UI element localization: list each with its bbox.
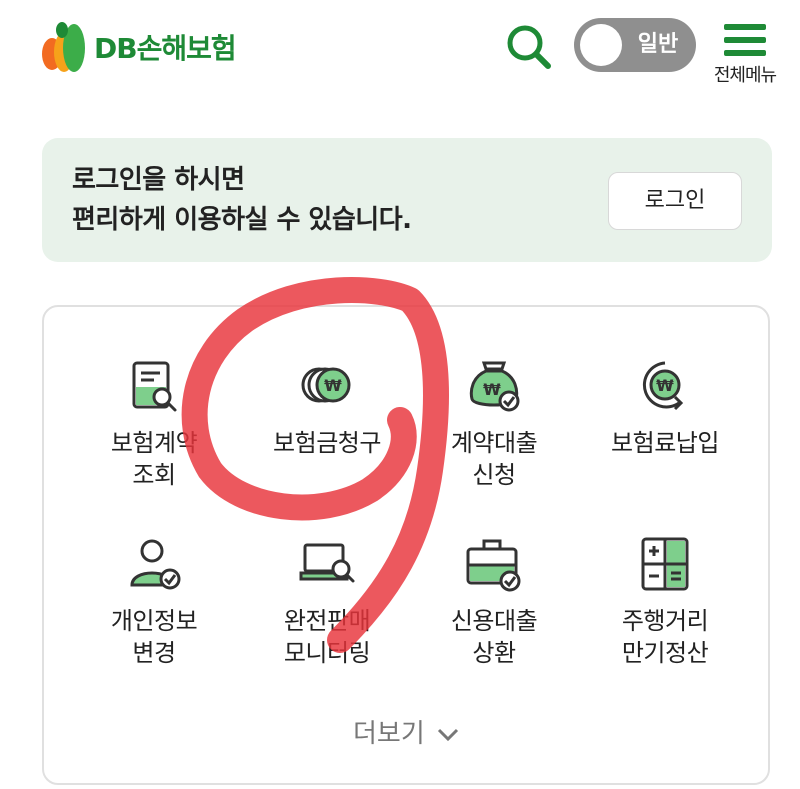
won-circle-arrow-icon: ₩ (642, 361, 684, 411)
service-label: 신용대출 상환 (450, 607, 538, 667)
service-label: 주행거리 만기정산 (621, 607, 709, 667)
coins-won-icon: ₩ (301, 367, 351, 403)
service-label: 개인정보 변경 (110, 607, 198, 667)
svg-text:₩: ₩ (483, 380, 501, 399)
service-credit-loan-repayment[interactable]: 신용대출 상환 (409, 535, 579, 669)
login-message-line2: 편리하게 이용하실 수 있습니다. (72, 205, 412, 235)
hamburger-icon (724, 24, 766, 56)
user-check-icon (130, 539, 181, 590)
service-mileage-settlement[interactable]: 주행거리 만기정산 (580, 535, 750, 669)
service-label: 보험계약 조회 (110, 429, 198, 489)
service-personal-info[interactable]: 개인정보 변경 (69, 535, 239, 669)
login-message-line1: 로그인을 하시면 (72, 165, 245, 195)
more-label: 더보기 (352, 719, 425, 749)
service-label: 보험료납입 (611, 429, 719, 457)
laptop-search-icon (299, 543, 355, 583)
briefcase-check-icon (466, 539, 521, 592)
svg-text:₩: ₩ (324, 376, 342, 395)
calculator-icon (641, 537, 689, 591)
service-label: 보험금청구 (273, 429, 381, 457)
more-button[interactable]: 더보기 (44, 713, 768, 750)
search-button[interactable] (504, 22, 554, 72)
services-panel: 보험계약 조회 ₩ 보험금청구 ₩ 계약대출 신청 ₩ 보험료납입 개인정보 변… (42, 305, 770, 785)
db-logo-icon (42, 22, 85, 72)
login-button[interactable]: 로그인 (608, 172, 742, 230)
search-icon (507, 25, 551, 69)
db-logo[interactable]: DB손해보험 (40, 18, 237, 76)
money-bag-icon: ₩ (469, 361, 520, 412)
toggle-knob (580, 24, 622, 66)
document-search-icon (132, 361, 177, 412)
service-policy-inquiry[interactable]: 보험계약 조회 (69, 357, 239, 491)
toggle-label: 일반 (637, 32, 679, 57)
svg-text:₩: ₩ (656, 376, 674, 395)
service-label: 완전판매 모니터링 (283, 607, 371, 667)
login-message: 로그인을 하시면 편리하게 이용하실 수 있습니다. (72, 160, 412, 240)
full-menu-label: 전체메뉴 (713, 65, 777, 86)
mode-toggle[interactable]: 일반 (574, 18, 696, 72)
logo-text: DB손해보험 (94, 32, 237, 65)
full-menu-button[interactable]: 전체메뉴 (700, 18, 790, 94)
service-claim[interactable]: ₩ 보험금청구 (242, 357, 412, 459)
login-banner: 로그인을 하시면 편리하게 이용하실 수 있습니다. 로그인 (42, 138, 772, 262)
app-header: DB손해보험 일반 전체메뉴 (0, 0, 800, 110)
chevron-down-icon (437, 728, 459, 741)
service-contract-loan[interactable]: ₩ 계약대출 신청 (409, 357, 579, 491)
service-label: 계약대출 신청 (450, 429, 538, 489)
service-premium-payment[interactable]: ₩ 보험료납입 (580, 357, 750, 459)
service-complete-sales-monitoring[interactable]: 완전판매 모니터링 (242, 535, 412, 669)
